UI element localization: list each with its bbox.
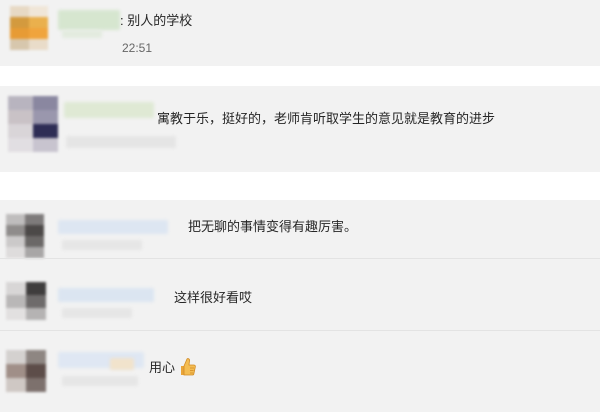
time-blurred: [62, 376, 138, 386]
comment-text: 寓教于乐，挺好的，老师肯听取学生的意见就是教育的进步: [157, 111, 496, 126]
reply-text: 把无聊的事情变得有趣厉害。: [188, 219, 358, 234]
reply-text: 用心: [149, 360, 176, 375]
username-blurred[interactable]: [58, 288, 154, 302]
avatar[interactable]: [6, 350, 46, 392]
username-blurred[interactable]: [64, 102, 154, 118]
avatar[interactable]: [8, 96, 58, 152]
comment-text: : 别人的学校: [120, 13, 193, 28]
comment-time: 22:51: [122, 41, 153, 55]
username-blurred[interactable]: [58, 220, 168, 234]
divider: [0, 258, 600, 259]
comment-card: 把无聊的事情变得有趣厉害。 这样很好看哎 用心: [0, 200, 600, 412]
thumbs-up-icon: [178, 357, 196, 377]
comment-card: 寓教于乐，挺好的，老师肯听取学生的意见就是教育的进步: [0, 86, 600, 172]
username-blurred[interactable]: [58, 10, 120, 30]
avatar[interactable]: [6, 214, 44, 258]
comment-card: : 别人的学校 22:51: [0, 0, 600, 66]
time-blurred: [62, 308, 132, 318]
divider: [0, 330, 600, 331]
username-blurred: [62, 30, 102, 38]
time-blurred: [62, 240, 142, 250]
time-blurred: [66, 136, 176, 148]
username-blurred: [110, 358, 134, 370]
avatar[interactable]: [6, 282, 46, 320]
avatar[interactable]: [10, 6, 48, 50]
reply-text: 这样很好看哎: [174, 290, 253, 305]
